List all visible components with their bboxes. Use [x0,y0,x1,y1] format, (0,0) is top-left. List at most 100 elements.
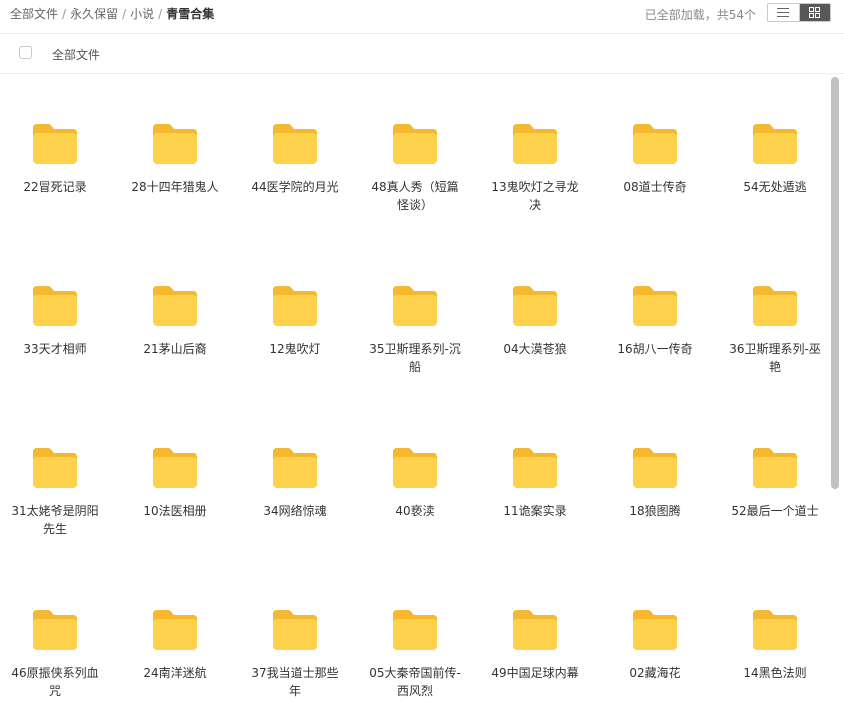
breadcrumb: 全部文件 / 永久保留 / 小说 / 青雪合集 [10,5,214,22]
folder-item[interactable]: 36卫斯理系列-巫艳 [727,284,823,404]
folder-icon [513,448,557,488]
file-grid: 22冒死记录 28十四年猎鬼人 44医学院的月光 48真人秀（短篇怪谈） 13鬼吹灯之寻… [0,74,830,701]
folder-icon [753,448,797,488]
folder-item[interactable]: 02藏海花 [607,608,703,701]
folder-name: 10法医相册 [143,504,207,518]
folder-item[interactable]: 52最后一个道士 [727,446,823,566]
folder-name: 22冒死记录 [23,180,87,194]
folder-name: 31太姥爷是阴阳先生 [11,504,99,536]
folder-name: 35卫斯理系列-沉船 [369,342,461,374]
folder-item[interactable]: 54无处遁逃 [727,122,823,242]
folder-icon [273,448,317,488]
folder-name: 33天才相师 [23,342,87,356]
folder-icon [273,610,317,650]
folder-icon [393,448,437,488]
folder-name: 46原振侠系列血咒 [11,666,99,698]
breadcrumb-separator: / [122,7,127,21]
folder-item[interactable]: 37我当道士那些年 [247,608,343,701]
folder-name: 11诡案实录 [503,504,567,518]
folder-name: 36卫斯理系列-巫艳 [729,342,821,374]
folder-item[interactable]: 05大秦帝国前传-西风烈 [367,608,463,701]
grid-view-button[interactable] [798,4,830,21]
folder-item[interactable]: 16胡八一传奇 [607,284,703,404]
folder-icon [33,124,77,164]
folder-item[interactable]: 13鬼吹灯之寻龙决 [487,122,583,242]
folder-icon [153,124,197,164]
folder-item[interactable]: 24南洋迷航 [127,608,223,701]
folder-icon [393,124,437,164]
folder-item[interactable]: 28十四年猎鬼人 [127,122,223,242]
breadcrumb-item-novels[interactable]: 小说 [130,7,154,21]
folder-name: 37我当道士那些年 [251,666,339,698]
breadcrumb-item-all-files[interactable]: 全部文件 [10,7,58,21]
breadcrumb-current: 青雪合集 [166,7,215,21]
scrollbar[interactable] [830,74,844,701]
folder-icon [513,124,557,164]
folder-icon [633,124,677,164]
folder-item[interactable]: 14黑色法则 [727,608,823,701]
folder-name: 02藏海花 [629,666,681,680]
folder-icon [753,286,797,326]
scrollbar-thumb[interactable] [831,77,839,489]
grid-view-icon [809,7,821,18]
folder-name: 14黑色法则 [743,666,807,680]
folder-name: 49中国足球内幕 [491,666,579,680]
folder-name: 28十四年猎鬼人 [131,180,219,194]
folder-item[interactable]: 48真人秀（短篇怪谈） [367,122,463,242]
folder-name: 24南洋迷航 [143,666,207,680]
folder-name: 21茅山后裔 [143,342,207,356]
folder-name: 44医学院的月光 [251,180,339,194]
file-list-header: 全部文件 [0,33,844,74]
folder-icon [33,610,77,650]
select-all-checkbox[interactable] [19,46,32,59]
folder-item[interactable]: 12鬼吹灯 [247,284,343,404]
folder-item[interactable]: 10法医相册 [127,446,223,566]
folder-item[interactable]: 08道士传奇 [607,122,703,242]
folder-item[interactable]: 31太姥爷是阴阳先生 [7,446,103,566]
folder-icon [633,610,677,650]
list-view-button[interactable] [768,4,799,21]
folder-item[interactable]: 46原振侠系列血咒 [7,608,103,701]
folder-item[interactable]: 21茅山后裔 [127,284,223,404]
folder-name: 16胡八一传奇 [617,342,693,356]
folder-name: 05大秦帝国前传-西风烈 [369,666,461,698]
folder-name: 54无处遁逃 [743,180,807,194]
folder-icon [273,286,317,326]
folder-item[interactable]: 04大漠苍狼 [487,284,583,404]
folder-name: 40亵渎 [395,504,435,518]
folder-icon [633,286,677,326]
view-toggle [767,3,831,22]
folder-name: 48真人秀（短篇怪谈） [371,180,459,212]
folder-icon [513,610,557,650]
folder-item[interactable]: 35卫斯理系列-沉船 [367,284,463,404]
top-bar: 全部文件 / 永久保留 / 小说 / 青雪合集 已全部加载，共54个 [0,0,844,28]
folder-icon [153,286,197,326]
folder-icon [753,124,797,164]
breadcrumb-item-permanent[interactable]: 永久保留 [70,7,118,21]
folder-name: 08道士传奇 [623,180,687,194]
folder-item[interactable]: 34网络惊魂 [247,446,343,566]
folder-icon [33,286,77,326]
folder-item[interactable]: 49中国足球内幕 [487,608,583,701]
folder-item[interactable]: 22冒死记录 [7,122,103,242]
folder-icon [753,610,797,650]
folder-item[interactable]: 11诡案实录 [487,446,583,566]
folder-item[interactable]: 40亵渎 [367,446,463,566]
folder-name: 52最后一个道士 [731,504,819,518]
breadcrumb-separator: / [62,7,67,21]
folder-icon [273,124,317,164]
header-label: 全部文件 [52,48,101,62]
list-view-icon [777,8,790,17]
folder-icon [33,448,77,488]
folder-icon [153,610,197,650]
folder-icon [153,448,197,488]
breadcrumb-separator: / [158,7,163,21]
folder-name: 34网络惊魂 [263,504,327,518]
load-status-text: 已全部加载，共54个 [644,8,756,22]
folder-name: 13鬼吹灯之寻龙决 [491,180,579,212]
folder-item[interactable]: 44医学院的月光 [247,122,343,242]
folder-item[interactable]: 18狼图腾 [607,446,703,566]
folder-item[interactable]: 33天才相师 [7,284,103,404]
folder-icon [393,610,437,650]
folder-icon [393,286,437,326]
